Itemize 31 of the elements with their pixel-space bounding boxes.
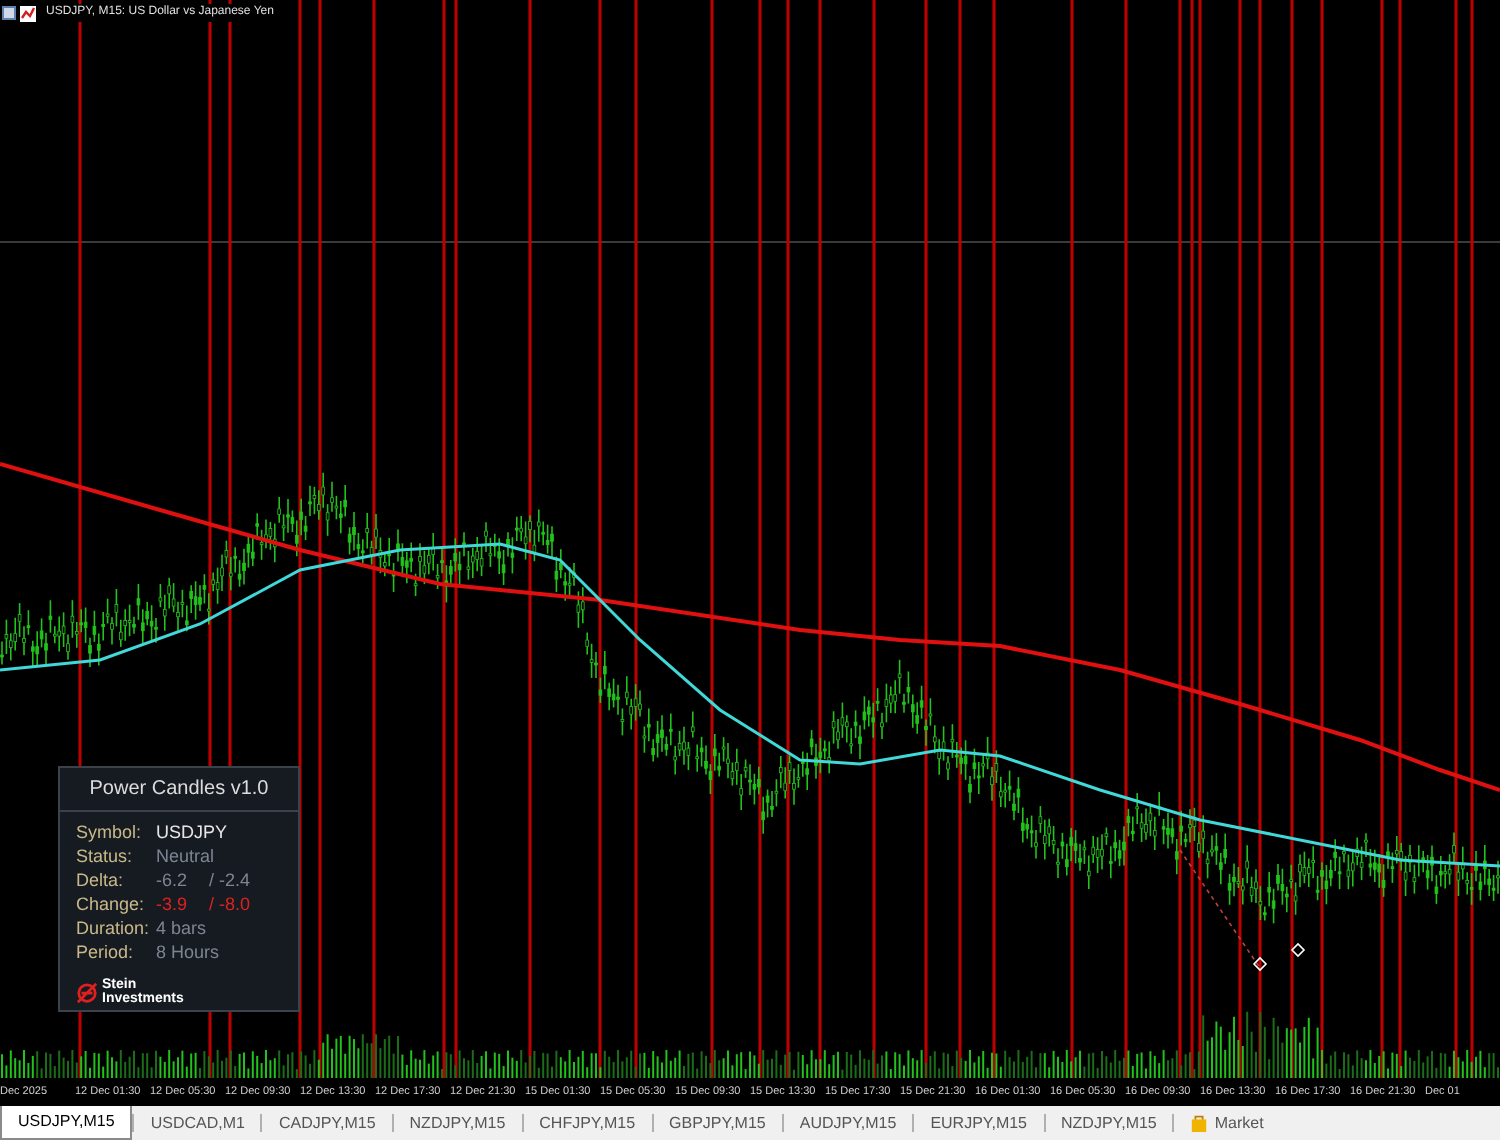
bag-icon [1190,1114,1209,1132]
panel-title: Power Candles v1.0 [60,768,298,812]
field-label: Symbol: [76,822,144,844]
trend-line [1179,849,1261,969]
field-value: / -2.4 [209,870,251,892]
field-value: 8 Hours [156,942,220,964]
field-label: Period: [76,942,136,964]
chart-tab[interactable]: CHFJPY,M15 [523,1106,652,1140]
chart-tab[interactable]: GBPJPY,M15 [653,1106,782,1140]
field-value: -3.9 [156,894,188,916]
chart-tab[interactable]: NZDJPY,M15 [1045,1106,1173,1140]
diamond-marker [1290,942,1306,958]
field-value: USDJPY [156,822,228,844]
field-label: Status: [76,846,135,868]
field-value: Neutral [156,846,215,868]
chart-tab[interactable]: USDJPY,M15 [0,1106,133,1140]
field-label: Duration: [76,918,152,940]
logo-icon [76,981,98,1003]
field-value: -6.2 [156,870,188,892]
chart-tab[interactable]: AUDJPY,M15 [783,1106,913,1140]
field-label: Delta: [76,870,126,892]
window-icon [2,6,16,20]
diamond-marker [1252,956,1268,972]
chart-tab[interactable]: Market [1174,1106,1280,1140]
chart-tab[interactable]: CADJPY,M15 [262,1106,392,1140]
chart-tab[interactable]: USDCAD,M1 [134,1106,261,1140]
chart-tab[interactable]: NZDJPY,M15 [393,1106,522,1140]
field-label: Change: [76,894,147,916]
field-value: 4 bars [156,918,207,940]
field-value: / -8.0 [209,894,251,916]
chart-tab[interactable]: EURJPY,M15 [914,1106,1044,1140]
